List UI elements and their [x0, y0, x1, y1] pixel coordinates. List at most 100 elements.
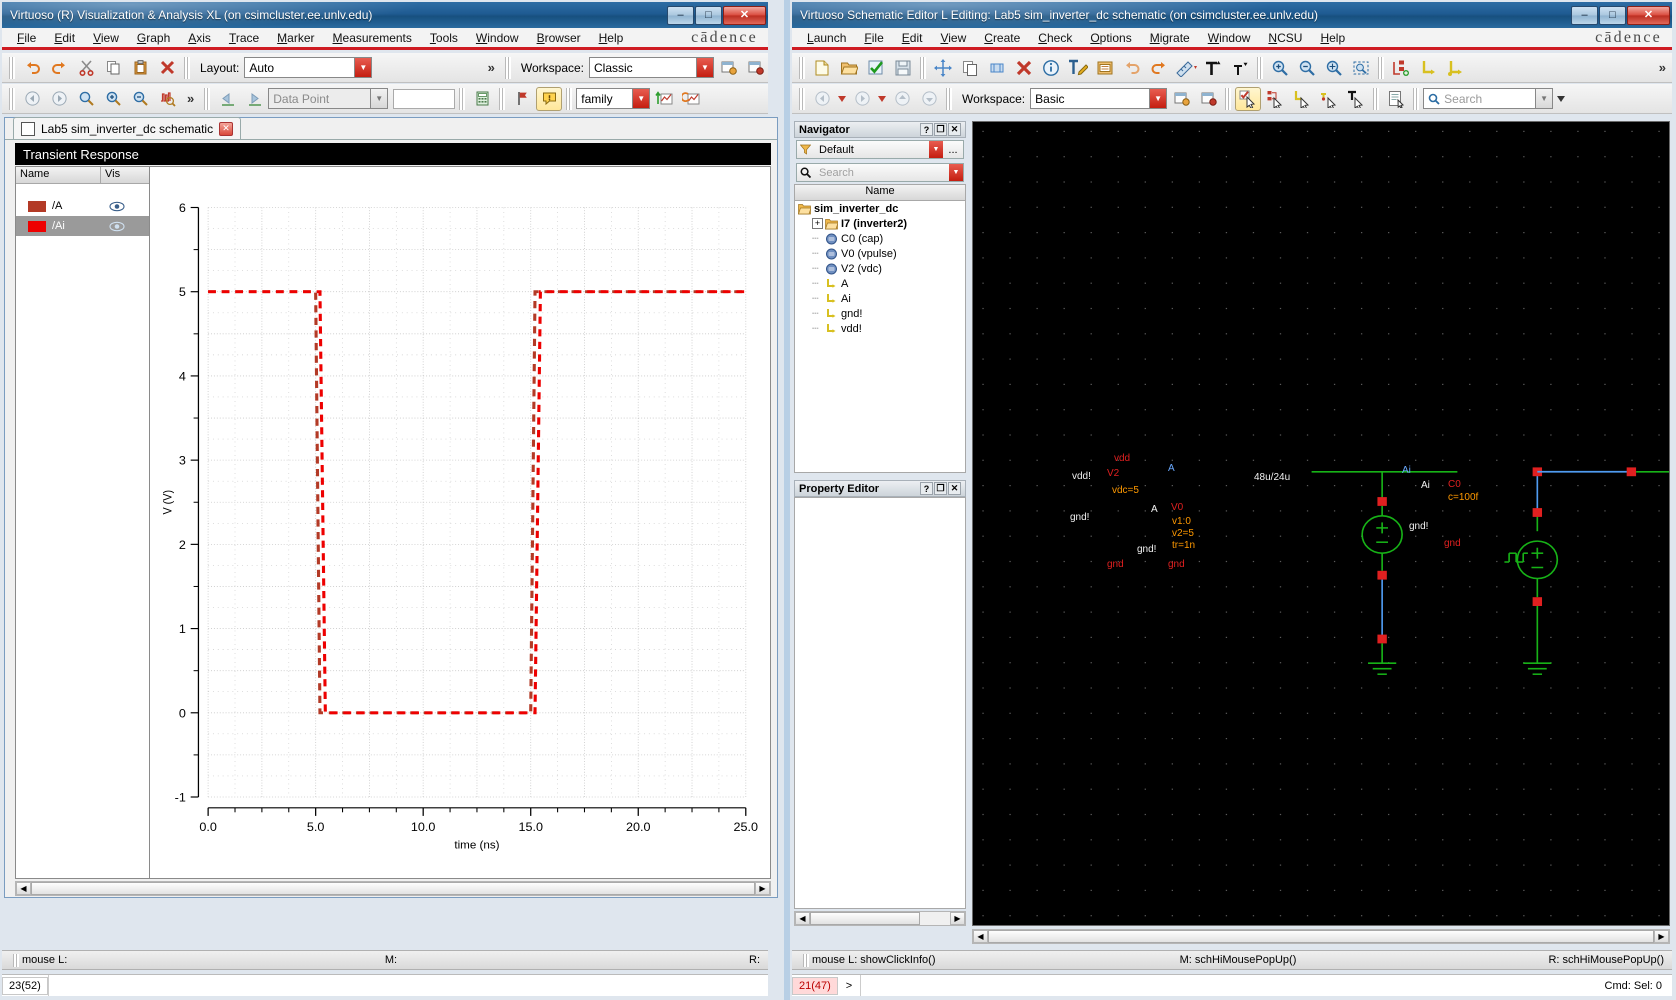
scroll-right-icon[interactable]: ▶: [950, 912, 965, 925]
chevron-down-icon[interactable]: ▼: [632, 89, 650, 108]
navigator-filter-bar[interactable]: Default ▼ ...: [796, 140, 964, 159]
zoom-selection-icon[interactable]: [1348, 56, 1374, 80]
pan-right-icon[interactable]: [46, 87, 72, 111]
navigator-tree-item[interactable]: sim_inverter_dc: [795, 201, 965, 216]
menu-check[interactable]: Check: [1029, 29, 1081, 47]
zoom-in-icon[interactable]: [1267, 56, 1293, 80]
select-text-icon[interactable]: [1343, 87, 1369, 111]
menu-create[interactable]: Create: [975, 29, 1029, 47]
toolbar2-grip-2[interactable]: [946, 87, 952, 110]
maximize-button[interactable]: □: [1599, 5, 1626, 25]
paste-icon[interactable]: [127, 56, 153, 80]
toolbar2-grip-5[interactable]: [1413, 87, 1420, 110]
navigator-tree-item[interactable]: ┄ vdd!: [795, 321, 965, 336]
save-icon[interactable]: [890, 56, 916, 80]
layout-combo[interactable]: Auto ▼: [244, 57, 373, 78]
toolbar-grip-3[interactable]: [1257, 56, 1263, 79]
close-button[interactable]: ✕: [723, 5, 766, 25]
pan-left-icon[interactable]: [19, 87, 45, 111]
navigator-tree-item[interactable]: ┄ V0 (vpulse): [795, 246, 965, 261]
menu-edit[interactable]: Edit: [45, 29, 84, 47]
zoom-fit-icon[interactable]: [73, 87, 99, 111]
close-button[interactable]: ✕: [1627, 5, 1670, 25]
toolbar-overflow-button[interactable]: »: [482, 60, 501, 75]
measure-icon[interactable]: [1173, 56, 1199, 80]
viva-titlebar[interactable]: Virtuoso (R) Visualization & Analysis XL…: [2, 2, 768, 28]
forward-dropdown-icon[interactable]: [876, 87, 888, 111]
toolbar-grip[interactable]: [9, 56, 15, 79]
chevron-down-icon[interactable]: ▼: [370, 89, 388, 108]
toolbar-grip-2[interactable]: [920, 56, 926, 79]
menu-tools[interactable]: Tools: [421, 29, 467, 47]
navigator-tree-item[interactable]: ┄ V2 (vdc): [795, 261, 965, 276]
navigator-tree-item[interactable]: ┄ C0 (cap): [795, 231, 965, 246]
menu-marker[interactable]: Marker: [268, 29, 323, 47]
command-input[interactable]: [860, 975, 1594, 996]
visibility-eye-icon[interactable]: [101, 201, 149, 212]
text-small-icon[interactable]: [1227, 56, 1253, 80]
navigator-tree-item[interactable]: + I7 (inverter2): [795, 216, 965, 231]
hierarchy-return-icon[interactable]: [1415, 56, 1441, 80]
close-icon[interactable]: ✕: [948, 482, 961, 495]
menu-help[interactable]: Help: [1311, 29, 1354, 47]
zoom-waveform-icon[interactable]: [154, 87, 180, 111]
menu-window[interactable]: Window: [1199, 29, 1260, 47]
menu-launch[interactable]: Launch: [798, 29, 855, 47]
menu-browser[interactable]: Browser: [528, 29, 590, 47]
chevron-down-icon[interactable]: ▼: [949, 164, 963, 181]
chevron-down-icon[interactable]: ▼: [354, 58, 372, 77]
menu-migrate[interactable]: Migrate: [1141, 29, 1199, 47]
scroll-thumb[interactable]: [988, 930, 1654, 943]
menu-file[interactable]: File: [855, 29, 892, 47]
schematic-canvas[interactable]: vdd vdd! V2 vdc=5 gnd! gnd A A V0 v1:0 v2=5 tr=1n gn…: [972, 121, 1670, 926]
zoom-in-icon[interactable]: [100, 87, 126, 111]
menu-view[interactable]: View: [84, 29, 128, 47]
close-icon[interactable]: ✕: [948, 123, 961, 136]
datapoint-field[interactable]: [393, 88, 456, 109]
back-dropdown-icon[interactable]: [836, 87, 848, 111]
annotation-icon[interactable]: [536, 86, 563, 111]
calculator-icon[interactable]: [469, 87, 495, 111]
chevron-down-icon[interactable]: ▼: [1535, 89, 1553, 108]
toolbar2-grip-3[interactable]: [459, 87, 466, 110]
save-workspace-icon[interactable]: [1168, 87, 1194, 111]
delete-icon[interactable]: [154, 56, 180, 80]
help-icon[interactable]: ?: [920, 123, 933, 136]
forward-icon[interactable]: [849, 87, 875, 111]
toolbar2-grip[interactable]: [9, 87, 15, 110]
select-pin-icon[interactable]: [1316, 87, 1342, 111]
save-workspace-icon[interactable]: [715, 56, 741, 80]
expand-icon[interactable]: +: [812, 218, 823, 229]
toolbar2-grip-4[interactable]: [1373, 87, 1380, 110]
visibility-eye-icon[interactable]: [101, 221, 149, 232]
delete-icon[interactable]: [1011, 56, 1037, 80]
toolbar2-grip-4[interactable]: [499, 87, 506, 110]
select-net-icon[interactable]: [1262, 87, 1288, 111]
manage-workspace-icon[interactable]: [1195, 87, 1221, 111]
workspace-combo[interactable]: Classic ▼: [589, 57, 714, 78]
copy-icon[interactable]: [100, 56, 126, 80]
undo-icon[interactable]: [1119, 56, 1145, 80]
scroll-left-icon[interactable]: ◀: [973, 930, 988, 943]
hierarchy-up-icon[interactable]: [1442, 56, 1468, 80]
navigator-tree-item[interactable]: ┄ A: [795, 276, 965, 291]
scroll-left-icon[interactable]: ◀: [16, 882, 31, 895]
menu-edit[interactable]: Edit: [893, 29, 932, 47]
open-file-icon[interactable]: [836, 56, 862, 80]
prev-datapoint-icon[interactable]: [214, 87, 240, 111]
flag-marker-icon[interactable]: [509, 87, 535, 111]
new-file-icon[interactable]: [809, 56, 835, 80]
menu-window[interactable]: Window: [467, 29, 528, 47]
up-hierarchy-icon[interactable]: [889, 87, 915, 111]
help-icon[interactable]: ?: [920, 482, 933, 495]
datapoint-combo[interactable]: Data Point ▼: [268, 88, 389, 109]
zoom-out-icon[interactable]: [1294, 56, 1320, 80]
navigator-search-bar[interactable]: Search ▼: [796, 163, 964, 182]
menu-measurements[interactable]: Measurements: [324, 29, 421, 47]
show-hide-icon[interactable]: [1383, 87, 1409, 111]
refresh-plot-icon[interactable]: [678, 87, 704, 111]
check-save-icon[interactable]: [863, 56, 889, 80]
undo-icon[interactable]: [19, 56, 45, 80]
close-icon[interactable]: ✕: [219, 121, 234, 136]
toolbar-grip-3[interactable]: [504, 56, 511, 79]
